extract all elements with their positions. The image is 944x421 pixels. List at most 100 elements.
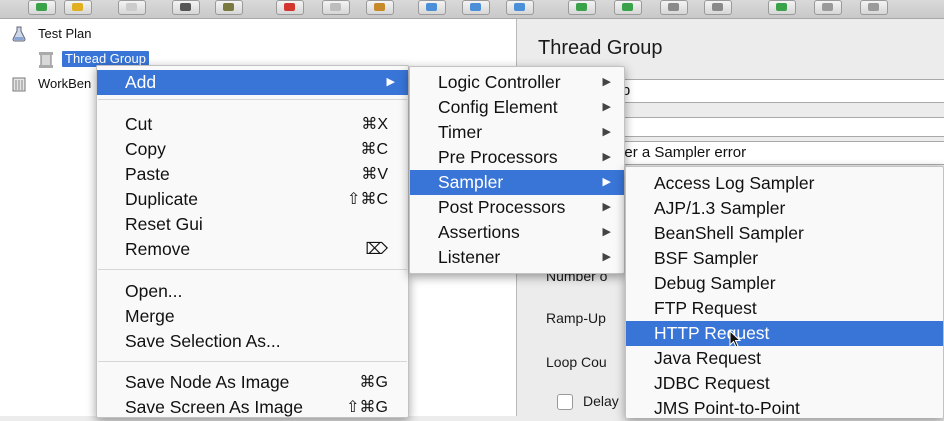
sampler-submenu: Access Log Sampler AJP/1.3 Sampler BeanS… [625, 166, 944, 418]
menu-separator [98, 361, 407, 362]
cut-icon[interactable] [276, 0, 304, 15]
delay-checkbox[interactable] [557, 394, 573, 410]
shutdown-icon[interactable] [704, 0, 732, 15]
submenu-arrow-icon: ▶ [602, 176, 611, 188]
ramp-up-label: Ramp-Up [546, 310, 606, 326]
menu-item-add[interactable]: Add ▶ [97, 70, 408, 95]
context-menu: Add ▶ Cut ⌘X Copy ⌘C Paste ⌘V Duplicate … [96, 65, 409, 418]
menu-item-label: Open... [125, 281, 183, 301]
menu-item-remove[interactable]: Remove ⌦ [97, 237, 408, 262]
submenu-arrow-icon: ▶ [602, 101, 611, 113]
remote-stop-icon[interactable] [814, 0, 842, 15]
stop-icon[interactable] [660, 0, 688, 15]
menu-item-label: BSF Sampler [654, 248, 759, 268]
menu-shortcut: ⌘X [361, 116, 388, 133]
menu-item-save-screen-image[interactable]: Save Screen As Image ⇧⌘G [97, 395, 408, 420]
open-icon[interactable] [118, 0, 146, 15]
menu-item-open[interactable]: Open... [97, 279, 408, 304]
loop-count-label: Loop Cou [546, 354, 607, 370]
menu-shortcut: ⇧⌘G [346, 399, 388, 416]
menu-item-access-log-sampler[interactable]: Access Log Sampler [626, 171, 943, 196]
new-icon[interactable] [28, 0, 56, 15]
toggle-icon[interactable] [506, 0, 534, 15]
menu-item-label: Listener [438, 247, 501, 267]
menu-item-assertions[interactable]: Assertions ▶ [410, 220, 624, 245]
menu-item-reset-gui[interactable]: Reset Gui [97, 212, 408, 237]
menu-item-label: AJP/1.3 Sampler [654, 198, 786, 218]
delay-label: Delay [583, 393, 619, 409]
menu-item-timer[interactable]: Timer ▶ [410, 120, 624, 145]
menu-shortcut: ⌘V [361, 166, 388, 183]
menu-item-sampler[interactable]: Sampler ▶ [410, 170, 624, 195]
remote-shutdown-icon[interactable] [860, 0, 888, 15]
tree-node-label: WorkBen [38, 76, 92, 91]
paste-icon[interactable] [366, 0, 394, 15]
submenu-arrow-icon: ▶ [602, 251, 611, 263]
menu-item-label: Duplicate [125, 189, 198, 209]
menu-item-label: Pre Processors [438, 147, 558, 167]
menu-item-label: Save Selection As... [125, 331, 281, 351]
mouse-cursor-icon [729, 330, 742, 348]
delete-key-icon: ⌦ [365, 241, 388, 258]
collapse-icon[interactable] [462, 0, 490, 15]
menu-item-label: JMS Point-to-Point [654, 398, 800, 418]
submenu-arrow-icon: ▶ [386, 76, 395, 88]
submenu-arrow-icon: ▶ [602, 151, 611, 163]
menu-item-bsf-sampler[interactable]: BSF Sampler [626, 246, 943, 271]
remote-start-icon[interactable] [768, 0, 796, 15]
submenu-arrow-icon: ▶ [602, 226, 611, 238]
menu-item-debug-sampler[interactable]: Debug Sampler [626, 271, 943, 296]
menu-item-cut[interactable]: Cut ⌘X [97, 112, 408, 137]
submenu-arrow-icon: ▶ [602, 126, 611, 138]
workbench-icon [12, 76, 26, 92]
menu-item-label: HTTP Request [654, 323, 770, 343]
menu-item-label: FTP Request [654, 298, 757, 318]
menu-item-ftp-request[interactable]: FTP Request [626, 296, 943, 321]
menu-item-label: Save Node As Image [125, 372, 290, 392]
menu-item-http-request[interactable]: HTTP Request [626, 321, 943, 346]
menu-item-listener[interactable]: Listener ▶ [410, 245, 624, 270]
expand-icon[interactable] [418, 0, 446, 15]
menu-item-ajp-sampler[interactable]: AJP/1.3 Sampler [626, 196, 943, 221]
menu-item-label: Merge [125, 306, 175, 326]
menu-item-label: Paste [125, 164, 170, 184]
menu-item-post-processors[interactable]: Post Processors ▶ [410, 195, 624, 220]
menu-item-label: Cut [125, 114, 153, 134]
save-as-icon[interactable] [215, 0, 243, 15]
menu-shortcut: ⌘C [360, 141, 388, 158]
menu-item-label: Save Screen As Image [125, 397, 304, 417]
add-submenu: Logic Controller ▶ Config Element ▶ Time… [409, 66, 625, 274]
menu-item-label: Post Processors [438, 197, 566, 217]
toolbar [0, 0, 944, 19]
save-icon[interactable] [172, 0, 200, 15]
start-no-pauses-icon[interactable] [614, 0, 642, 15]
copy-icon[interactable] [322, 0, 350, 15]
menu-item-copy[interactable]: Copy ⌘C [97, 137, 408, 162]
menu-item-label: Assertions [438, 222, 520, 242]
start-icon[interactable] [568, 0, 596, 15]
templates-icon[interactable] [64, 0, 92, 15]
menu-item-save-node-image[interactable]: Save Node As Image ⌘G [97, 370, 408, 395]
tree-node-label: Test Plan [38, 26, 92, 41]
menu-item-config-element[interactable]: Config Element ▶ [410, 95, 624, 120]
menu-item-merge[interactable]: Merge [97, 304, 408, 329]
menu-item-label: BeanShell Sampler [654, 223, 804, 243]
menu-shortcut: ⇧⌘C [347, 191, 388, 208]
menu-item-java-request[interactable]: Java Request [626, 346, 943, 371]
menu-separator [98, 99, 407, 100]
menu-item-paste[interactable]: Paste ⌘V [97, 162, 408, 187]
menu-item-save-selection[interactable]: Save Selection As... [97, 329, 408, 354]
menu-item-pre-processors[interactable]: Pre Processors ▶ [410, 145, 624, 170]
menu-item-logic-controller[interactable]: Logic Controller ▶ [410, 70, 624, 95]
menu-item-label: Access Log Sampler [654, 173, 815, 193]
menu-item-label: Add [125, 72, 157, 92]
menu-item-duplicate[interactable]: Duplicate ⇧⌘C [97, 187, 408, 212]
menu-item-label: JDBC Request [654, 373, 770, 393]
menu-item-label: Java Request [654, 348, 762, 368]
menu-item-jdbc-request[interactable]: JDBC Request [626, 371, 943, 396]
menu-item-label: Timer [438, 122, 483, 142]
menu-item-jms-point-to-point[interactable]: JMS Point-to-Point [626, 396, 943, 421]
menu-item-label: Config Element [438, 97, 558, 117]
menu-item-beanshell-sampler[interactable]: BeanShell Sampler [626, 221, 943, 246]
menu-item-label: Remove [125, 239, 191, 259]
